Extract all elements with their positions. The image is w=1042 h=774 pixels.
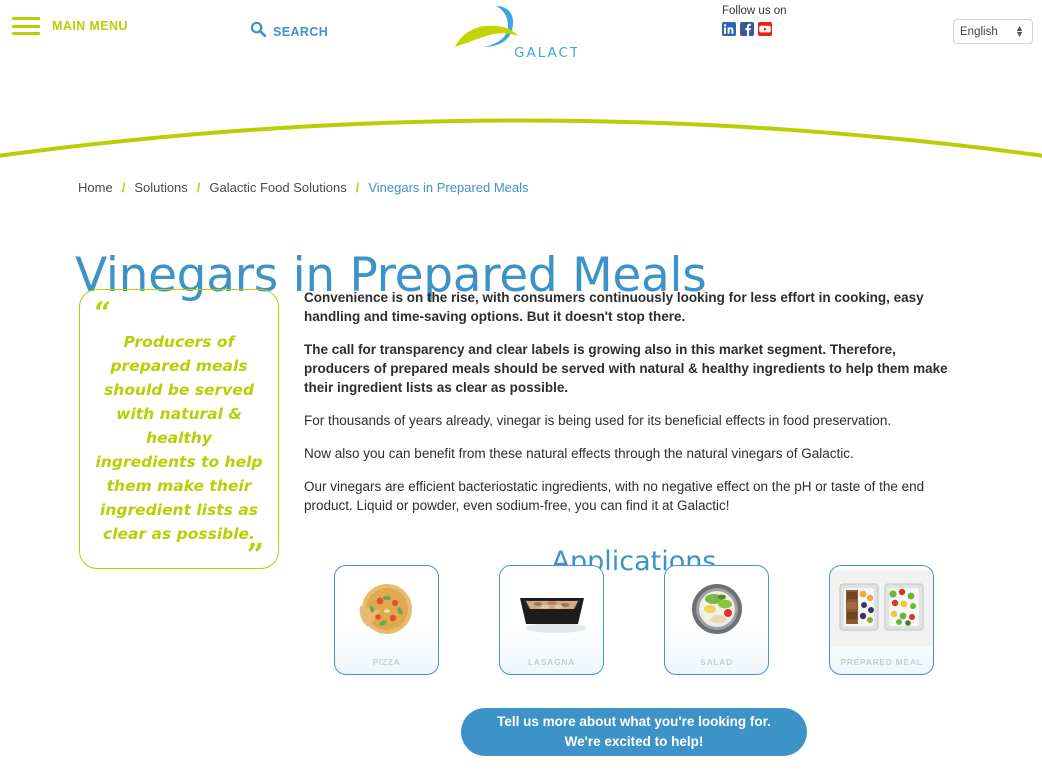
language-select[interactable]: English (953, 19, 1033, 44)
paragraph: Convenience is on the rise, with consume… (304, 290, 924, 324)
salad-bowl-image (665, 566, 768, 650)
main-menu-button[interactable]: MAIN MENU (12, 17, 128, 35)
prepared-meal-trays-image (830, 566, 933, 650)
galactic-logo[interactable]: GALACTIC (452, 0, 577, 62)
paragraph: The call for transparency and clear labe… (304, 342, 948, 395)
paragraph: Now also you can benefit from these natu… (304, 446, 854, 461)
language-selector-wrap: English ▲ ▼ (953, 19, 1033, 44)
applications-card-list: PIZZA LASAGNA SALAD PREPARED MEAL (334, 565, 988, 675)
application-card-salad[interactable]: SALAD (664, 565, 769, 675)
article-body: Convenience is on the rise, with consume… (304, 288, 956, 529)
cta-line-1: Tell us more about what you're looking f… (497, 714, 771, 729)
breadcrumb-separator: / (355, 180, 360, 195)
breadcrumb-item-galactic-food-solutions[interactable]: Galactic Food Solutions (209, 180, 346, 195)
application-label: SALAD (700, 657, 733, 667)
paragraph: Our vinegars are efficient bacteriostati… (304, 479, 925, 513)
application-card-lasagna[interactable]: LASAGNA (499, 565, 604, 675)
pull-quote-text: Producers of prepared meals should be se… (95, 333, 263, 543)
follow-us-label: Follow us on (722, 5, 787, 17)
breadcrumb-separator: / (121, 180, 126, 195)
application-label: PIZZA (372, 657, 401, 667)
pull-quote-card: “ Producers of prepared meals should be … (79, 289, 279, 573)
search-label: SEARCH (273, 24, 329, 39)
quote-close-icon: ” (246, 538, 264, 573)
breadcrumb-item-current[interactable]: Vinegars in Prepared Meals (368, 180, 528, 195)
main-menu-label: MAIN MENU (52, 19, 128, 33)
application-card-pizza[interactable]: PIZZA (334, 565, 439, 675)
breadcrumb-item-solutions[interactable]: Solutions (134, 180, 187, 195)
follow-us-block: Follow us on (722, 4, 787, 36)
pizza-image (335, 566, 438, 650)
youtube-icon[interactable] (758, 22, 772, 36)
search-button[interactable]: SEARCH (250, 21, 328, 42)
breadcrumb-separator: / (196, 180, 201, 195)
search-icon[interactable] (250, 21, 267, 42)
facebook-icon[interactable] (740, 22, 754, 36)
site-header: MAIN MENU SEARCH GALACTIC Follow us on (0, 0, 1042, 62)
quote-open-icon: “ (94, 296, 112, 331)
hamburger-icon[interactable] (12, 17, 40, 35)
paragraph: For thousands of years already, vinegar … (304, 413, 892, 428)
breadcrumb-item-home[interactable]: Home (78, 180, 113, 195)
contact-cta-button[interactable]: Tell us more about what you're looking f… (461, 708, 807, 756)
cta-line-2: We're excited to help! (564, 734, 704, 749)
social-links (722, 22, 787, 36)
breadcrumb: Home / Solutions / Galactic Food Solutio… (78, 180, 529, 195)
application-label: LASAGNA (528, 657, 575, 667)
logo-wordmark: GALACTIC (514, 45, 577, 61)
page-root: MAIN MENU SEARCH GALACTIC Follow us on (0, 0, 1042, 774)
application-label: PREPARED MEAL (840, 657, 923, 667)
linkedin-icon[interactable] (722, 22, 736, 36)
application-card-prepared-meal[interactable]: PREPARED MEAL (829, 565, 934, 675)
lasagna-tray-image (500, 566, 603, 650)
decorative-arc (0, 62, 1042, 162)
